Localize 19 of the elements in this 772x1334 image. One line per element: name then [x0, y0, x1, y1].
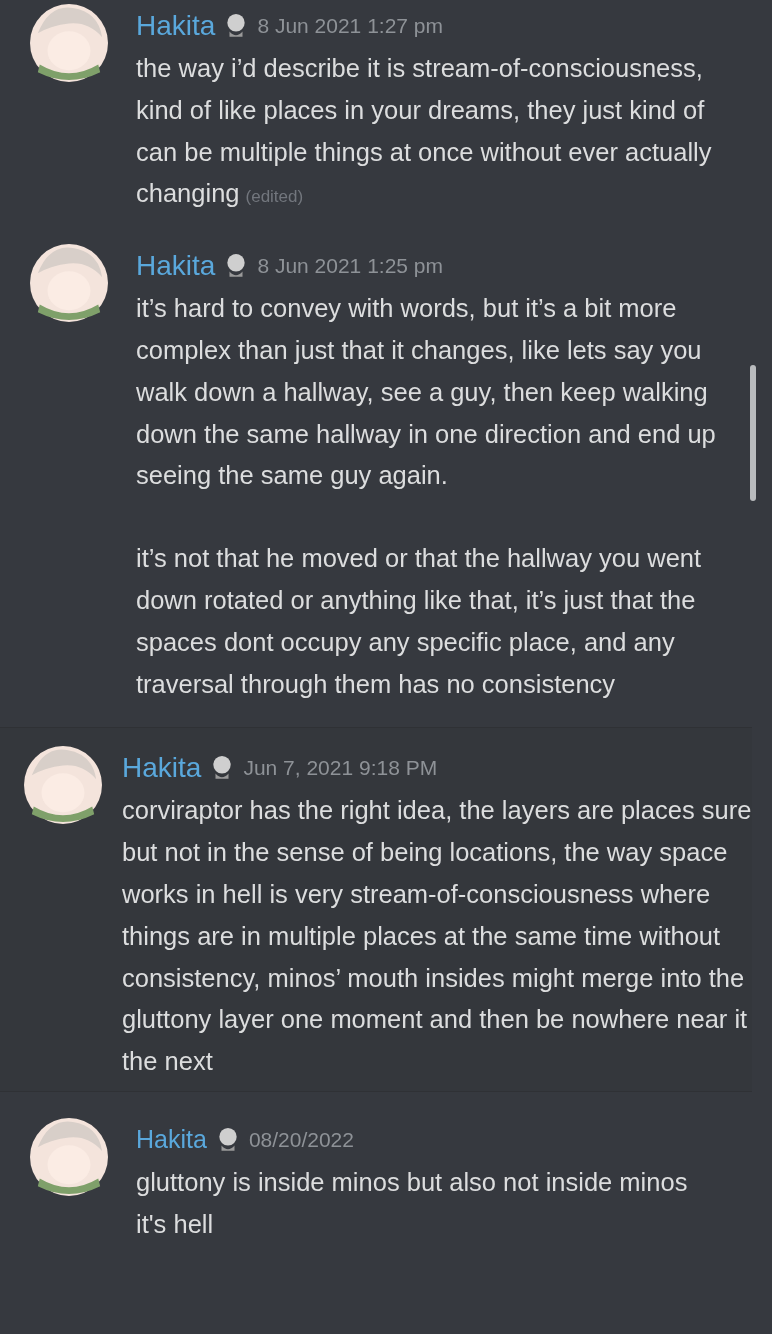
avatar[interactable]	[30, 244, 108, 323]
username[interactable]: Hakita	[136, 10, 216, 42]
message-text: it’s hard to convey with words, but it’s a bit more complex than just that it changes, like lets say you walk down a hallway, see a guy, then keep walking down the same hallway in one direction and end up seeing the same guy again.	[136, 293, 717, 492]
avatar[interactable]	[24, 746, 102, 825]
message-text: it’s not that he moved or that the hallway you went down rotated or anything like that, it’s just that the spaces dont occupy any specific place, and any traversal through them has no consistency	[136, 543, 703, 700]
timestamp: 08/20/2022	[248, 1127, 354, 1152]
avatar[interactable]	[30, 4, 108, 82]
scroll-bar[interactable]	[750, 365, 756, 502]
username[interactable]: Hakita	[136, 1125, 207, 1155]
username[interactable]: Hakita	[136, 250, 216, 283]
message-text: it's hell	[136, 1208, 215, 1240]
timestamp: Jun 7, 2021 9:18 PM	[243, 756, 438, 781]
username[interactable]: Hakita	[122, 752, 202, 785]
avatar[interactable]	[30, 1117, 108, 1196]
message-text: gluttony is inside minos but also not inside minos	[136, 1166, 689, 1198]
message-text: the way i’d describe it is stream-of-consciousness, kind of like places in your dreams, they just kind of can be multiple things at once without ever actually changing (edited)	[136, 53, 713, 210]
message-text: corviraptor has the right idea, the layers are places sure but not in the sense of being locations, the way space works in hell is very stream-of-consciousness where things are in multiple places at the same time without consistency, minos’ mouth insides might merge into the gluttony layer one moment and then be nowhere near it the next	[122, 795, 752, 1078]
timestamp: 8 Jun 2021 1:25 pm	[257, 254, 443, 279]
timestamp: 8 Jun 2021 1:27 pm	[257, 14, 443, 38]
